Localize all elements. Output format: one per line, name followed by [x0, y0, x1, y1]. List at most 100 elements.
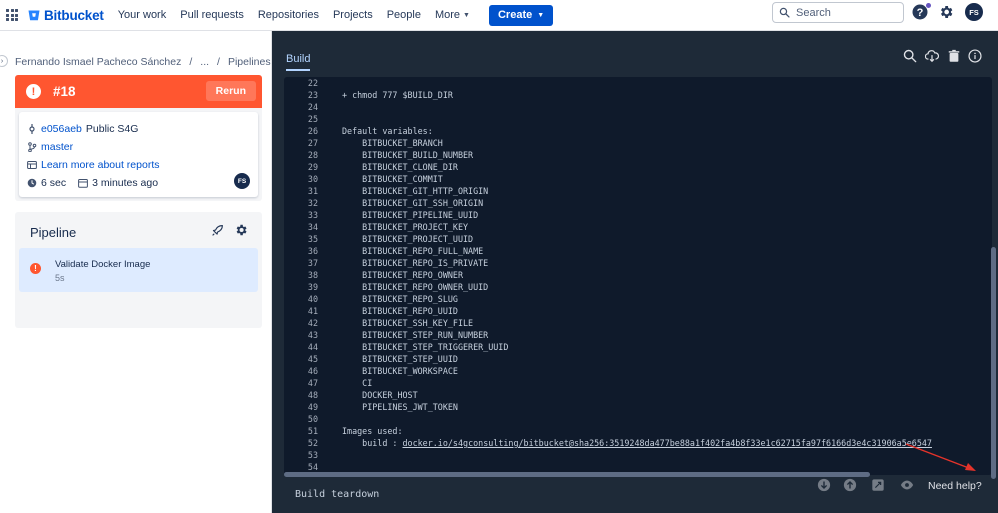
log-line: 33 BITBUCKET_PIPELINE_UUID	[307, 210, 479, 220]
log-line: 25	[307, 114, 318, 124]
breadcrumb-pipelines[interactable]: Pipelines	[228, 56, 271, 68]
logo-text: Bitbucket	[44, 7, 104, 23]
branch-link[interactable]: master	[41, 141, 73, 153]
chevron-down-icon: ▼	[463, 11, 470, 19]
author-avatar[interactable]: FS	[234, 173, 250, 189]
step-duration: 5s	[55, 273, 65, 283]
search-input[interactable]	[796, 6, 896, 19]
log-line: 51 Images used:	[307, 426, 403, 436]
commit-hash-link[interactable]: e056aeb	[41, 123, 82, 135]
build-log-panel: Build 22 23 + chmod 777 $BUILD_DIR 24 25 …	[272, 31, 998, 513]
bitbucket-logo-icon	[28, 10, 40, 20]
log-line: 34 BITBUCKET_PROJECT_KEY	[307, 222, 469, 232]
log-output: 22 23 + chmod 777 $BUILD_DIR 24 25 26 Defa…	[284, 77, 992, 475]
info-icon[interactable]	[968, 49, 982, 63]
breadcrumb: Fernando Ismael Pacheco Sánchez / ... / …	[15, 56, 271, 68]
nav-projects[interactable]: Projects	[333, 9, 373, 21]
horizontal-scrollbar[interactable]	[284, 472, 870, 477]
nav-more[interactable]: More ▼	[435, 9, 470, 21]
log-line: 32 BITBUCKET_GIT_SSH_ORIGIN	[307, 198, 484, 208]
learn-more-reports-link[interactable]: Learn more about reports	[41, 159, 159, 171]
search-icon	[779, 7, 790, 18]
scroll-up-icon[interactable]	[843, 478, 857, 492]
clock-icon	[27, 178, 37, 188]
breadcrumb-separator: /	[189, 56, 193, 68]
run-number: #18	[53, 84, 76, 99]
nav-more-label: More	[434, 9, 461, 21]
svg-text:?: ?	[917, 7, 924, 19]
time-row: 6 sec 3 minutes ago	[27, 177, 158, 189]
eye-icon[interactable]	[900, 478, 914, 492]
create-button[interactable]: Create ▼	[488, 4, 554, 26]
vertical-scrollbar[interactable]	[991, 247, 996, 479]
run-info-card: e056aeb Public S4G master Learn more abo…	[15, 108, 262, 201]
chevron-right-icon[interactable]: ›	[0, 55, 8, 67]
tab-build[interactable]: Build	[286, 53, 311, 71]
step-failed-icon: !	[30, 263, 41, 274]
annotation-arrow	[905, 443, 976, 471]
run-started: 3 minutes ago	[92, 177, 159, 189]
pipeline-sidebar: › Fernando Ismael Pacheco Sánchez / ... …	[0, 31, 272, 513]
log-line: 22	[307, 78, 318, 88]
trash-icon[interactable]	[947, 49, 961, 63]
log-line: 50	[307, 414, 318, 424]
log-line: 43 BITBUCKET_STEP_RUN_NUMBER	[307, 330, 489, 340]
report-icon	[27, 161, 37, 169]
pipeline-settings-icon[interactable]	[234, 223, 248, 237]
run-info-inner: e056aeb Public S4G master Learn more abo…	[19, 112, 258, 197]
log-line: 23 + chmod 777 $BUILD_DIR	[307, 90, 453, 100]
create-label: Create	[497, 9, 533, 21]
log-line: 52 build : docker.io/s4gconsulting/bitbu…	[307, 438, 932, 448]
expand-icon[interactable]	[871, 478, 885, 492]
scroll-down-icon[interactable]	[817, 478, 831, 492]
docker-image-link[interactable]: docker.io/s4gconsulting/bitbucket@sha256…	[403, 438, 932, 448]
log-line: 38 BITBUCKET_REPO_OWNER	[307, 270, 464, 280]
log-line: 29 BITBUCKET_CLONE_DIR	[307, 162, 458, 172]
run-duration: 6 sec	[41, 177, 67, 189]
user-avatar[interactable]: FS	[965, 3, 983, 21]
branch-icon	[28, 142, 37, 152]
nav-your-work[interactable]: Your work	[118, 9, 167, 21]
step-name: Validate Docker Image	[55, 259, 151, 270]
teardown-section[interactable]: Build teardown	[272, 479, 998, 513]
log-line: 31 BITBUCKET_GIT_HTTP_ORIGIN	[307, 186, 489, 196]
log-line: 46 BITBUCKET_WORKSPACE	[307, 366, 458, 376]
commit-icon	[29, 124, 35, 134]
chevron-down-icon: ▼	[537, 11, 545, 19]
rerun-button[interactable]: Rerun	[205, 81, 256, 101]
commit-row: e056aeb Public S4G	[27, 123, 138, 135]
settings-gear-icon[interactable]	[938, 4, 954, 20]
nav-repositories[interactable]: Repositories	[258, 9, 319, 21]
rocket-icon[interactable]	[211, 224, 224, 237]
nav-pull-requests[interactable]: Pull requests	[180, 9, 244, 21]
search-icon[interactable]	[903, 49, 917, 63]
nav-people[interactable]: People	[387, 9, 421, 21]
breadcrumb-owner[interactable]: Fernando Ismael Pacheco Sánchez	[15, 56, 181, 68]
main-nav: Your work Pull requests Repositories Pro…	[118, 4, 554, 26]
log-line: 53	[307, 450, 318, 460]
branch-row: master	[27, 141, 73, 153]
log-line: 42 BITBUCKET_SSH_KEY_FILE	[307, 318, 474, 328]
notification-dot	[926, 3, 931, 8]
log-line: 35 BITBUCKET_PROJECT_UUID	[307, 234, 474, 244]
app-switcher-icon[interactable]	[6, 9, 18, 21]
cloud-download-icon[interactable]	[925, 49, 939, 63]
need-help-button[interactable]: Need help?	[928, 480, 982, 492]
log-line: 24	[307, 102, 318, 112]
breadcrumb-ellipsis[interactable]: ...	[200, 56, 209, 68]
error-icon: !	[26, 84, 41, 99]
reports-row: Learn more about reports	[27, 159, 159, 171]
bitbucket-logo[interactable]: Bitbucket	[28, 8, 104, 23]
pipeline-step[interactable]: ! Validate Docker Image 5s	[19, 248, 258, 292]
calendar-icon	[78, 179, 89, 188]
log-line: 49 PIPELINES_JWT_TOKEN	[307, 402, 458, 412]
search-box[interactable]	[772, 2, 904, 23]
log-line: 36 BITBUCKET_REPO_FULL_NAME	[307, 246, 484, 256]
repo-name: Public S4G	[85, 123, 139, 135]
log-line: 40 BITBUCKET_REPO_SLUG	[307, 294, 458, 304]
log-line: 47 CI	[307, 378, 373, 388]
log-line: 39 BITBUCKET_REPO_OWNER_UUID	[307, 282, 489, 292]
teardown-label: Build teardown	[295, 489, 380, 500]
log-line: 41 BITBUCKET_REPO_UUID	[307, 306, 458, 316]
run-status-bar: ! #18 Rerun	[15, 75, 262, 108]
